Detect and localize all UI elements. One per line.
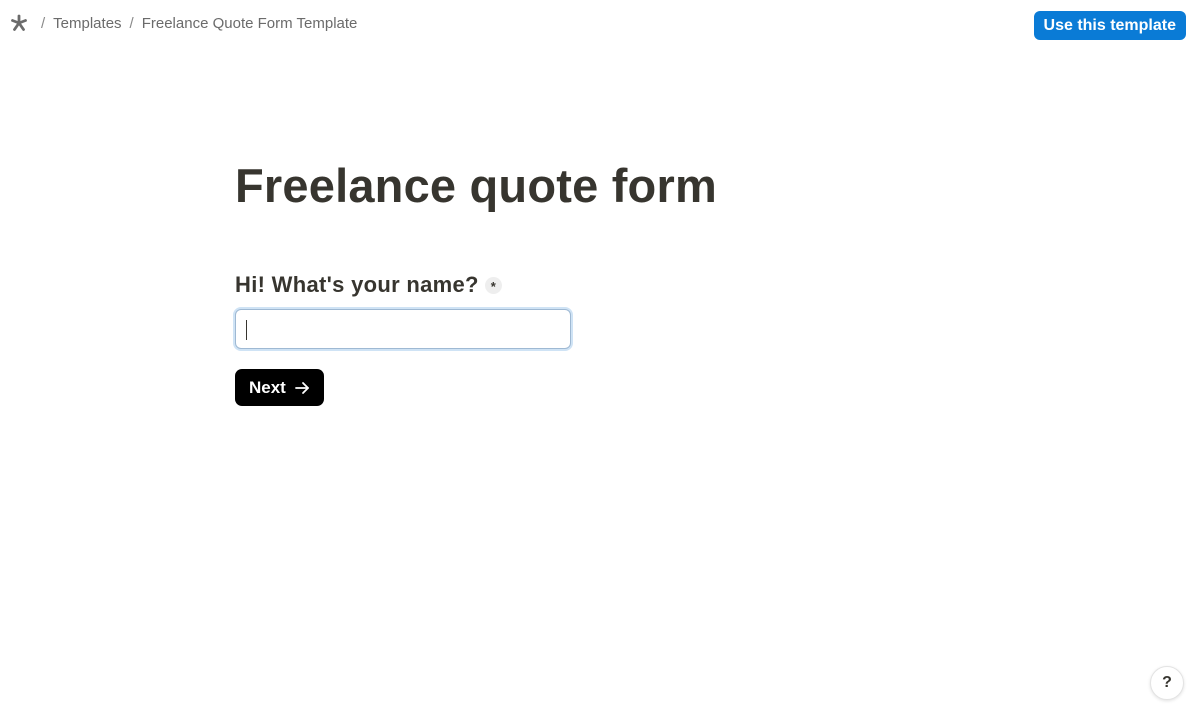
breadcrumb-templates[interactable]: Templates — [53, 15, 121, 32]
breadcrumb: / Templates / Freelance Quote Form Templ… — [10, 14, 357, 32]
help-button[interactable]: ? — [1150, 666, 1184, 700]
form-title: Freelance quote form — [235, 159, 717, 212]
asterisk-logo-icon[interactable] — [10, 14, 28, 32]
top-bar: / Templates / Freelance Quote Form Templ… — [0, 0, 1200, 48]
text-caret — [246, 320, 247, 340]
breadcrumb-separator: / — [41, 14, 46, 32]
question-label: Hi! What's your name? — [235, 272, 479, 297]
next-button-label: Next — [249, 377, 286, 397]
name-input[interactable] — [235, 309, 571, 349]
question-row: Hi! What's your name? * — [235, 272, 935, 298]
next-button[interactable]: Next — [235, 369, 324, 406]
required-marker: * — [484, 276, 502, 294]
page: / Templates / Freelance Quote Form Templ… — [0, 0, 1200, 716]
form-container: Freelance quote form Hi! What's your nam… — [235, 150, 935, 406]
breadcrumb-separator: / — [129, 14, 134, 32]
use-this-template-button[interactable]: Use this template — [1033, 11, 1186, 40]
breadcrumb-current-page[interactable]: Freelance Quote Form Template — [142, 15, 358, 32]
arrow-right-icon — [294, 380, 310, 396]
